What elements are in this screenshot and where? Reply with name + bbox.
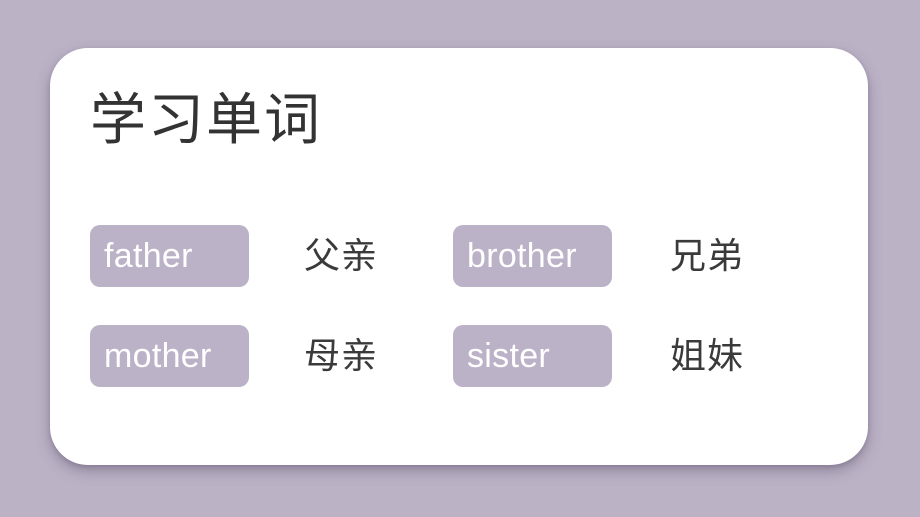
vocabulary-grid: father 父亲 brother 兄弟 mother 母亲 sister 姐妹 <box>90 225 830 387</box>
word-gloss-sister: 姐妹 <box>670 335 745 376</box>
word-chip-brother[interactable]: brother <box>453 225 612 287</box>
content-card: 学习单词 father 父亲 brother 兄弟 mother 母亲 sist… <box>50 48 868 465</box>
word-gloss-mother: 母亲 <box>304 335 379 376</box>
slide-canvas: 学习单词 father 父亲 brother 兄弟 mother 母亲 sist… <box>0 0 920 517</box>
vocabulary-row: mother 母亲 sister 姐妹 <box>90 325 830 387</box>
vocabulary-item-brother[interactable]: brother 兄弟 <box>453 225 813 287</box>
word-chip-mother[interactable]: mother <box>90 325 249 387</box>
word-chip-sister[interactable]: sister <box>453 325 612 387</box>
vocabulary-item-father[interactable]: father 父亲 <box>90 225 453 287</box>
vocabulary-item-sister[interactable]: sister 姐妹 <box>453 325 813 387</box>
page-title: 学习单词 <box>90 88 322 151</box>
word-chip-father[interactable]: father <box>90 225 249 287</box>
vocabulary-row: father 父亲 brother 兄弟 <box>90 225 830 287</box>
vocabulary-item-mother[interactable]: mother 母亲 <box>90 325 453 387</box>
word-gloss-father: 父亲 <box>304 235 379 276</box>
word-gloss-brother: 兄弟 <box>670 235 745 276</box>
